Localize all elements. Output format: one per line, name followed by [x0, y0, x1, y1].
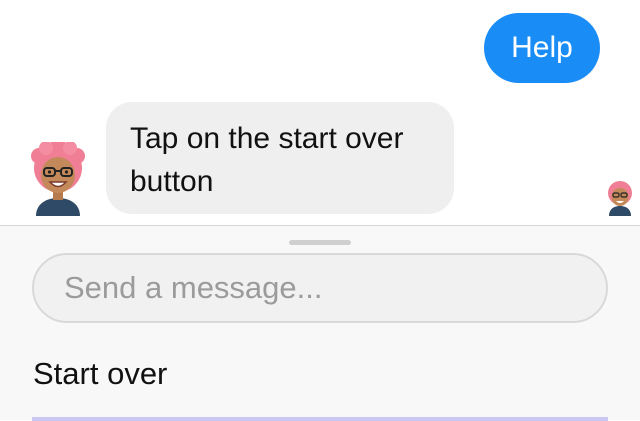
drag-handle[interactable]	[289, 240, 351, 245]
read-receipt-avatar-icon	[608, 181, 632, 216]
message-input[interactable]	[32, 253, 608, 323]
divider	[32, 417, 608, 421]
bot-message-bubble: Tap on the start over button	[106, 102, 454, 214]
start-over-label: Start over	[33, 356, 168, 391]
user-message-bubble: Help	[484, 13, 600, 83]
user-message-text: Help	[511, 31, 573, 64]
composer-panel: Start over	[0, 225, 640, 421]
bot-message-text: Tap on the start over button	[130, 122, 404, 198]
bot-avatar-icon	[31, 142, 85, 216]
chat-area: Help Tap on the start over button	[0, 0, 640, 225]
start-over-button[interactable]: Start over	[33, 356, 167, 392]
